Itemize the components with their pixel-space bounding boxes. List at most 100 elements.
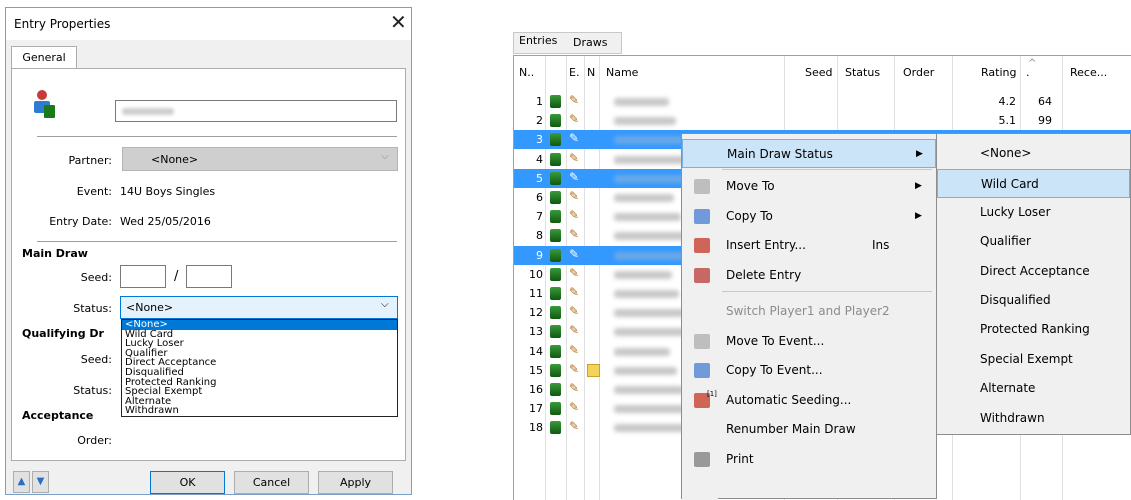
submenu-item[interactable]: Alternate <box>937 374 1130 403</box>
row-number: 18 <box>529 421 543 435</box>
col-header-e[interactable]: E. <box>569 56 579 94</box>
status-dropdown-list: <None> Wild Card Lucky Loser Qualifier D… <box>121 319 398 417</box>
pencil-icon[interactable]: ✎ <box>569 304 579 318</box>
seed-input[interactable] <box>120 265 166 288</box>
submenu-item[interactable]: <None> <box>937 139 1130 168</box>
submenu-arrow-icon: ▶ <box>915 211 922 221</box>
partner-combo[interactable]: <None> ⌵ <box>122 147 398 171</box>
submenu-item-label: Alternate <box>980 381 1036 395</box>
seed-max-input[interactable] <box>186 265 232 288</box>
copy-to-icon <box>694 209 710 224</box>
context-menu-item-label: Move To <box>726 179 775 193</box>
tab-entries[interactable]: Entries <box>519 34 557 47</box>
status-combo[interactable]: <None> ⌵ <box>120 296 398 319</box>
pencil-icon[interactable]: ✎ <box>569 343 579 357</box>
qualifying-status-label: Status: <box>73 384 112 397</box>
pencil-icon[interactable]: ✎ <box>569 93 579 107</box>
submenu-item[interactable]: Protected Ranking <box>937 315 1130 344</box>
context-menu-item[interactable]: Automatic Seeding... <box>682 386 936 415</box>
table-row[interactable]: 1 ✎ 4.2 64 <box>514 92 1131 111</box>
event-value: 14U Boys Singles <box>120 185 216 198</box>
move-down-button[interactable]: ▼ <box>32 471 49 493</box>
submenu-item-label: <None> <box>980 146 1032 160</box>
context-menu-item[interactable]: Main Draw Status ▶ <box>682 139 936 168</box>
entry-status-icon <box>550 248 561 262</box>
pencil-icon[interactable]: ✎ <box>569 151 579 165</box>
context-menu-item[interactable]: Print <box>682 445 936 474</box>
context-menu-item[interactable]: Delete Entry <box>682 261 936 290</box>
context-menu-item-label: Delete Entry <box>726 268 802 282</box>
context-menu-item: Switch Player1 and Player2 <box>682 297 936 326</box>
submenu-item[interactable]: Disqualified <box>937 286 1130 315</box>
row-number: 10 <box>529 267 543 281</box>
table-row[interactable]: 2 ✎ 5.1 99 <box>514 111 1131 130</box>
entry-status-icon <box>550 287 561 300</box>
menu-separator <box>722 291 932 292</box>
entry-status-icon <box>550 383 561 396</box>
pencil-icon[interactable]: ✎ <box>569 208 579 222</box>
shortcut-label: Ins <box>872 238 890 252</box>
seeding-badge: [1] <box>707 390 717 398</box>
pencil-icon[interactable]: ✎ <box>569 323 579 337</box>
tab-general[interactable]: General <box>11 46 77 69</box>
submenu-item[interactable]: Special Exempt <box>937 345 1130 374</box>
row-number: 11 <box>529 287 543 300</box>
note-icon[interactable] <box>587 363 600 377</box>
submenu-item-label: Withdrawn <box>980 411 1045 425</box>
col-header-dot[interactable]: . <box>1026 56 1030 94</box>
main-draw-heading: Main Draw <box>22 247 88 260</box>
col-header-number[interactable]: N.. <box>519 56 534 94</box>
pencil-icon[interactable]: ✎ <box>569 285 579 299</box>
context-menu: Main Draw Status ▶ Move To ▶ Copy To ▶ Insert … <box>681 133 937 500</box>
submenu-item-label: Wild Card <box>981 177 1039 191</box>
submenu-item[interactable]: Wild Card <box>937 169 1130 198</box>
cancel-button[interactable]: Cancel <box>234 471 309 494</box>
col-header-received[interactable]: Rece... <box>1070 56 1107 94</box>
context-menu-item[interactable]: Renumber Main Draw <box>682 415 936 444</box>
submenu-item[interactable]: Lucky Loser <box>937 198 1130 227</box>
player-name-blurred <box>614 117 676 126</box>
player-name-blurred <box>614 347 670 356</box>
col-header-rating[interactable]: Rating <box>981 56 1016 94</box>
col-header-status[interactable]: Status <box>845 56 880 94</box>
context-menu-item[interactable]: Insert Entry... Ins <box>682 231 936 260</box>
pencil-icon[interactable]: ✎ <box>569 400 579 414</box>
entry-status-icon <box>550 344 561 358</box>
close-icon[interactable]: ✕ <box>390 12 407 32</box>
dropdown-option[interactable]: Withdrawn <box>122 406 397 416</box>
context-menu-item[interactable]: Move To Event... <box>682 327 936 356</box>
context-menu-item[interactable]: Copy To ▶ <box>682 202 936 231</box>
ok-button[interactable]: OK <box>150 471 225 494</box>
pencil-icon[interactable]: ✎ <box>569 189 579 203</box>
submenu-item[interactable]: Direct Acceptance <box>937 257 1130 286</box>
col-header-n[interactable]: N <box>587 56 595 94</box>
pencil-icon[interactable]: ✎ <box>569 362 579 376</box>
context-menu-item[interactable]: Copy To Event... <box>682 356 936 385</box>
row-number: 4 <box>536 152 543 166</box>
submenu-item-label: Disqualified <box>980 293 1051 307</box>
pencil-icon[interactable]: ✎ <box>569 419 579 433</box>
submenu-item[interactable]: Withdrawn <box>937 404 1130 433</box>
player-name-field[interactable] <box>115 100 397 122</box>
pencil-icon[interactable]: ✎ <box>569 266 579 280</box>
rating-value: 5.1 <box>998 114 1017 128</box>
pencil-icon[interactable]: ✎ <box>569 247 579 261</box>
entry-status-icon <box>550 363 561 377</box>
tab-draws[interactable]: Draws <box>573 36 607 49</box>
arrow-up-icon: ▲ <box>17 476 26 487</box>
apply-button[interactable]: Apply <box>318 471 393 494</box>
col-header-seed[interactable]: Seed <box>805 56 833 94</box>
dialog-titlebar: Entry Properties ✕ <box>6 8 411 40</box>
pencil-icon[interactable]: ✎ <box>569 227 579 241</box>
col-header-name[interactable]: Name <box>606 56 638 94</box>
pencil-icon[interactable]: ✎ <box>569 131 579 145</box>
context-menu-item[interactable]: Move To ▶ <box>682 172 936 201</box>
pencil-icon[interactable]: ✎ <box>569 170 579 184</box>
col-header-order[interactable]: Order <box>903 56 934 94</box>
row-number: 7 <box>536 210 543 224</box>
submenu-item[interactable]: Qualifier <box>937 227 1130 256</box>
pencil-icon[interactable]: ✎ <box>569 112 579 126</box>
move-up-button[interactable]: ▲ <box>13 471 30 493</box>
pencil-icon[interactable]: ✎ <box>569 381 579 395</box>
entry-status-icon <box>550 114 561 128</box>
